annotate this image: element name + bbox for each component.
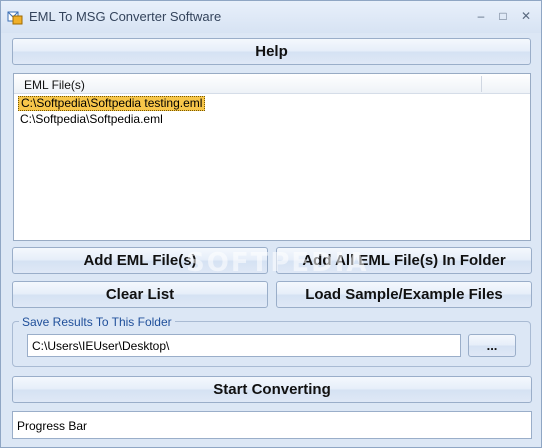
maximize-button[interactable]: □ (493, 7, 513, 25)
list-header[interactable]: EML File(s) (14, 74, 530, 94)
app-icon (7, 9, 23, 25)
browse-button[interactable]: ... (468, 334, 516, 357)
column-separator[interactable] (481, 76, 482, 92)
column-header-eml-files[interactable]: EML File(s) (24, 78, 85, 92)
output-folder-input[interactable] (27, 334, 461, 357)
list-item[interactable]: C:\Softpedia\Softpedia.eml (18, 112, 165, 127)
window-title: EML To MSG Converter Software (29, 9, 222, 24)
watermark: SOFTPEDIA (186, 248, 369, 278)
progress-label: Progress Bar (17, 419, 88, 433)
clear-list-button[interactable]: Clear List (12, 281, 268, 308)
progress-bar: Progress Bar (12, 411, 532, 439)
title-bar[interactable]: EML To MSG Converter Software – □ ✕ (1, 1, 541, 33)
help-button[interactable]: Help (12, 38, 531, 65)
list-item[interactable]: C:\Softpedia\Softpedia testing.eml (18, 96, 206, 111)
main-window: EML To MSG Converter Software – □ ✕ Help… (0, 0, 542, 448)
file-list[interactable]: EML File(s) C:\Softpedia\Softpedia testi… (13, 73, 531, 241)
start-converting-button[interactable]: Start Converting (12, 376, 532, 403)
load-sample-button[interactable]: Load Sample/Example Files (276, 281, 532, 308)
output-folder-label: Save Results To This Folder (19, 315, 175, 329)
minimize-button[interactable]: – (471, 7, 491, 25)
close-button[interactable]: ✕ (516, 7, 536, 25)
